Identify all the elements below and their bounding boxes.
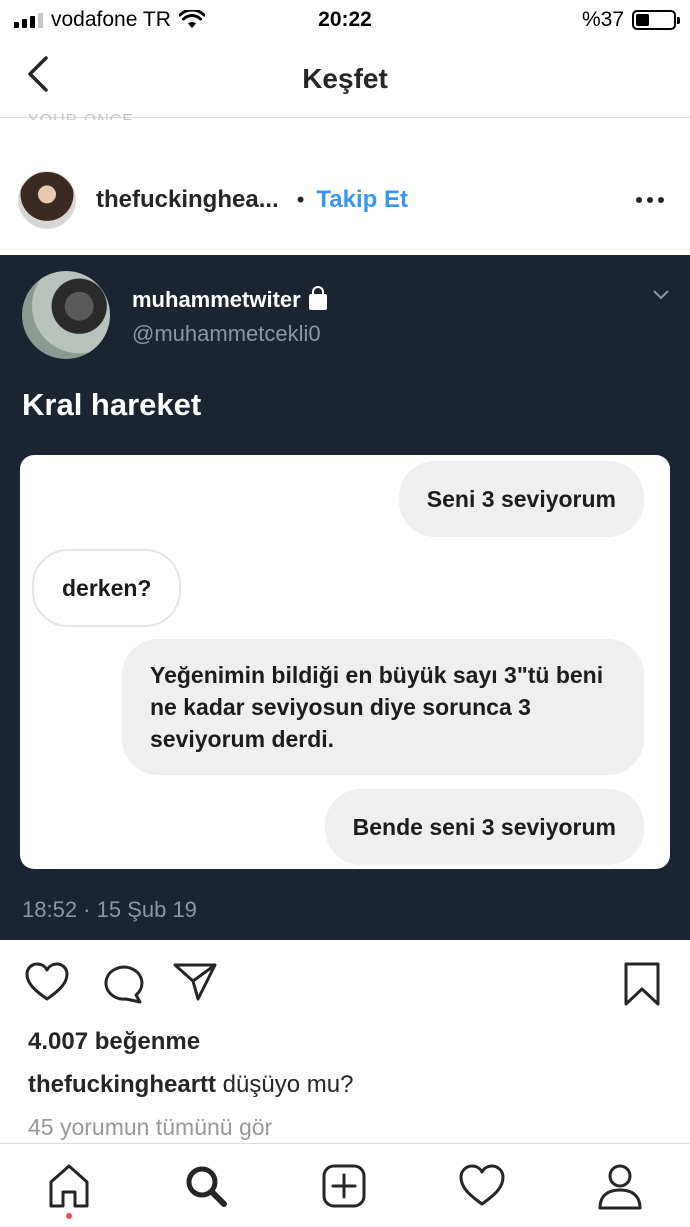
tab-bar bbox=[0, 1143, 690, 1227]
status-bar: vodafone TR 20:22 %37 bbox=[0, 0, 690, 40]
chevron-down-icon bbox=[653, 290, 669, 300]
caption: thefuckingheartt düşüyo mu? bbox=[28, 1071, 353, 1099]
comment-icon[interactable] bbox=[100, 961, 146, 1005]
post-actions bbox=[0, 955, 690, 1015]
new-post-icon[interactable] bbox=[320, 1162, 368, 1210]
chat-bubble: derken? bbox=[32, 549, 182, 627]
more-options-icon[interactable] bbox=[636, 196, 672, 203]
cropped-text: YOUR ONCE bbox=[28, 106, 134, 120]
tweet-timestamp: 18:52 · 15 Şub 19 bbox=[22, 897, 197, 922]
signal-icon bbox=[14, 12, 43, 28]
post-image: muhammetwiter @muhammetcekli0 Kral harek… bbox=[0, 255, 690, 940]
tweet-author: muhammetwiter bbox=[132, 286, 327, 313]
chat-bubble: Seni 3 seviyorum bbox=[398, 461, 644, 537]
share-icon[interactable] bbox=[172, 961, 218, 1003]
chat-bubble: Bende seni 3 seviyorum bbox=[324, 789, 644, 865]
follow-button[interactable]: Takip Et bbox=[316, 186, 408, 214]
post-header: thefuckinghea... • Takip Et bbox=[0, 150, 690, 250]
heart-icon[interactable] bbox=[24, 961, 70, 1003]
carrier-label: vodafone TR bbox=[51, 8, 171, 31]
tweet-avatar bbox=[22, 271, 110, 359]
likes-count[interactable]: 4.007 beğenme bbox=[28, 1028, 200, 1056]
caption-text: düşüyo mu? bbox=[216, 1071, 354, 1098]
bookmark-icon[interactable] bbox=[622, 961, 662, 1007]
tweet-text: Kral hareket bbox=[22, 387, 202, 422]
profile-icon[interactable] bbox=[596, 1162, 644, 1210]
tweet-author-name: muhammetwiter bbox=[132, 287, 301, 312]
home-icon[interactable] bbox=[45, 1162, 93, 1210]
status-time: 20:22 bbox=[318, 8, 372, 31]
lock-icon bbox=[308, 286, 327, 310]
notification-dot bbox=[66, 1213, 72, 1219]
chat-bubble: Yeğenimin bildiği en büyük sayı 3"tü ben… bbox=[122, 639, 644, 775]
search-icon[interactable] bbox=[182, 1162, 230, 1210]
back-arrow-icon[interactable] bbox=[22, 54, 56, 94]
caption-username[interactable]: thefuckingheartt bbox=[28, 1071, 216, 1098]
post-username[interactable]: thefuckinghea... bbox=[96, 186, 279, 214]
page-title: Keşfet bbox=[302, 62, 388, 94]
battery-icon bbox=[632, 10, 680, 30]
battery-percent: %37 bbox=[581, 8, 624, 31]
avatar[interactable] bbox=[18, 170, 76, 229]
tweet-handle: @muhammetcekli0 bbox=[132, 321, 321, 346]
chat-screenshot: Seni 3 seviyorum derken? Yeğenimin bildi… bbox=[20, 455, 670, 869]
view-comments-link[interactable]: 45 yorumun tümünü gör bbox=[28, 1114, 272, 1141]
separator-dot: • bbox=[296, 186, 305, 212]
activity-heart-icon[interactable] bbox=[458, 1162, 506, 1210]
